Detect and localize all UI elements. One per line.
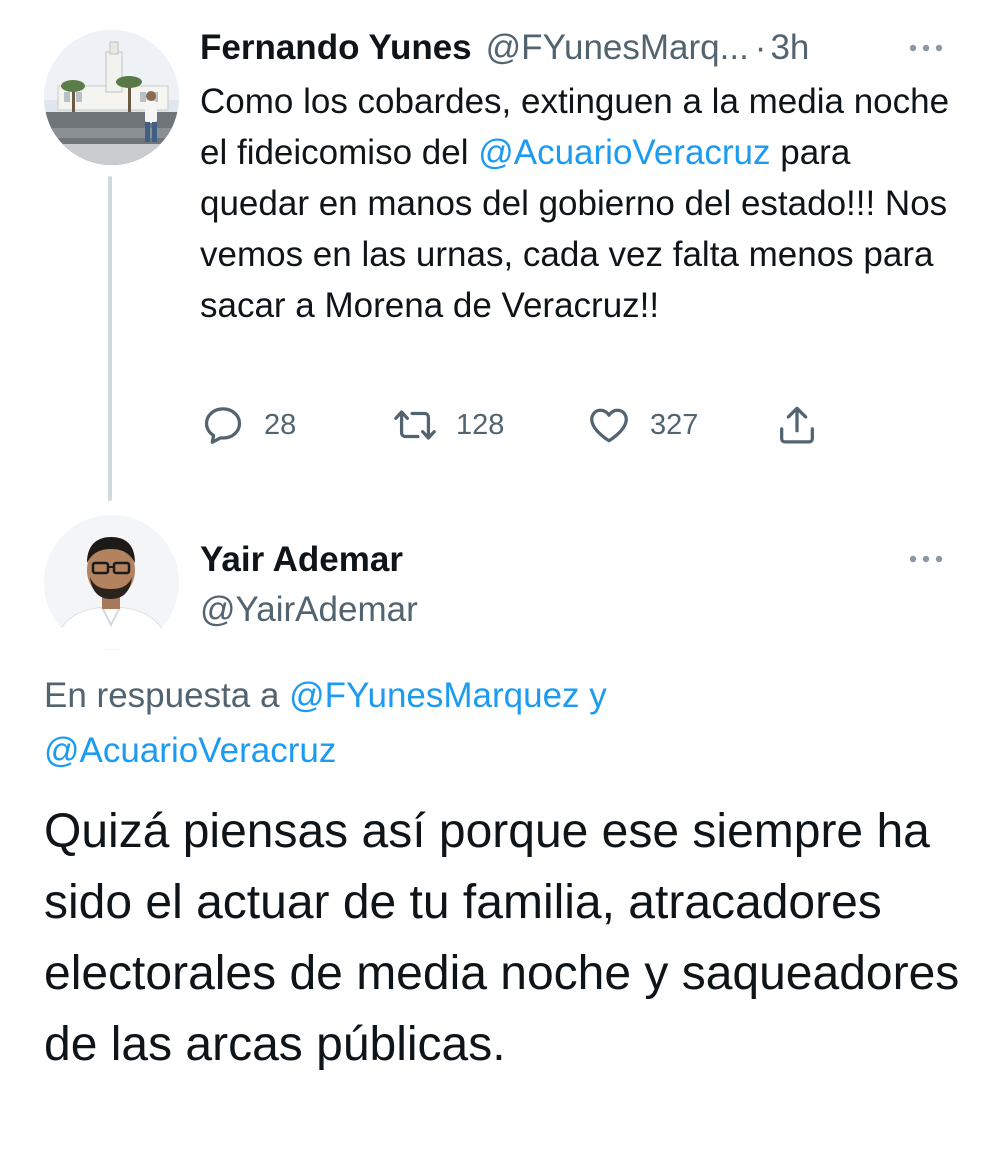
- thread-connector-line: [108, 176, 112, 501]
- avatar-photo-plaza: [44, 30, 179, 165]
- reply-context: En respuesta a @FYunesMarquez y @AcuarioV…: [44, 668, 944, 778]
- parent-author-name[interactable]: Fernando Yunes: [200, 28, 472, 68]
- share-icon: [780, 406, 814, 444]
- reply-icon: [204, 407, 242, 444]
- reply-more-button[interactable]: [906, 549, 946, 569]
- parent-tweet-header: Fernando Yunes @FYunesMarq... · 3h: [200, 26, 809, 70]
- parent-timestamp[interactable]: 3h: [770, 28, 809, 68]
- retweet-button[interactable]: 128: [392, 402, 504, 448]
- like-button[interactable]: 327: [586, 402, 698, 448]
- mention-link-acuario[interactable]: @AcuarioVeracruz: [478, 133, 770, 172]
- reply-tweet-text: Quizá piensas así porque ese siempre ha …: [44, 805, 960, 1071]
- parent-author-handle[interactable]: @FYunesMarq...: [486, 28, 749, 68]
- reply-author-handle[interactable]: @YairAdemar: [200, 588, 418, 632]
- parent-more-button[interactable]: [906, 38, 946, 58]
- ellipsis-icon: [909, 555, 943, 563]
- share-button[interactable]: [774, 402, 820, 448]
- header-separator: ·: [754, 28, 767, 67]
- reply-context-prefix: En respuesta a: [44, 676, 290, 715]
- avatar-photo-person: [44, 515, 179, 650]
- retweet-count: 128: [456, 408, 505, 441]
- reply-button[interactable]: 28: [200, 402, 296, 448]
- mention-link-fyunesmarquez[interactable]: @FYunesMarquez: [289, 676, 579, 715]
- mention-link-acuarioveracruz[interactable]: @AcuarioVeracruz: [44, 731, 336, 770]
- like-count: 327: [650, 408, 699, 441]
- retweet-icon: [394, 410, 436, 440]
- reply-context-joiner: y: [579, 676, 607, 715]
- ellipsis-icon: [909, 44, 943, 52]
- heart-icon: [590, 408, 628, 443]
- parent-tweet-text: Como los cobardes, extinguen a la media …: [200, 76, 960, 331]
- reply-count: 28: [264, 408, 297, 441]
- parent-avatar[interactable]: [44, 30, 179, 165]
- reply-author-name[interactable]: Yair Ademar: [200, 538, 403, 582]
- reply-avatar[interactable]: [44, 515, 179, 650]
